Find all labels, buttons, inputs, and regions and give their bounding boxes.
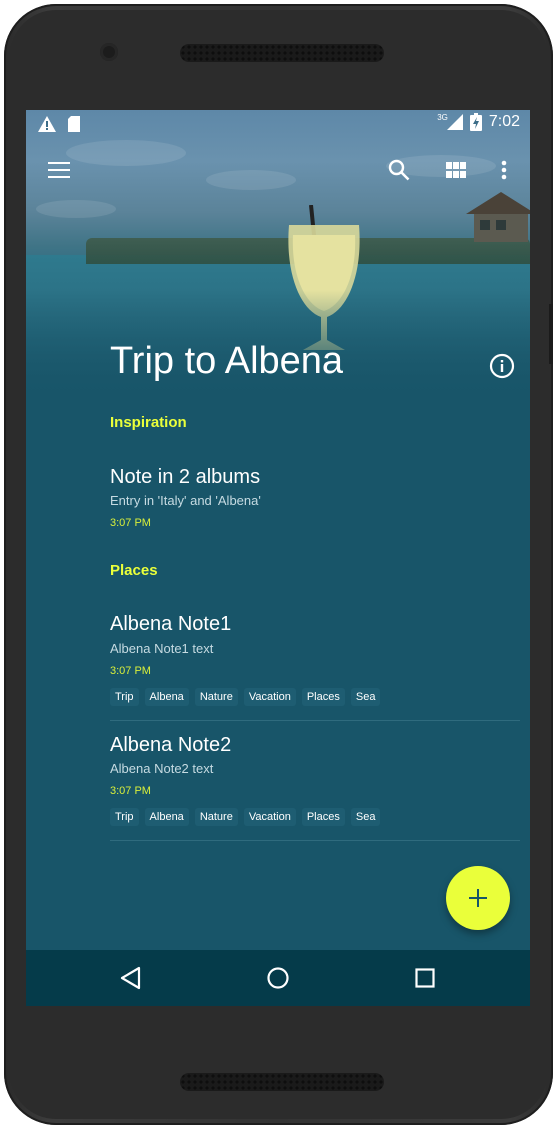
plus-icon <box>469 889 487 907</box>
menu-icon <box>48 162 70 178</box>
add-entry-button[interactable] <box>446 866 510 930</box>
divider <box>110 720 520 721</box>
tag-chip[interactable]: Albena <box>144 688 189 706</box>
entry-title: Note in 2 albums <box>110 466 261 488</box>
power-button <box>549 304 553 364</box>
tag-chip[interactable]: Places <box>301 688 345 706</box>
tag-chip[interactable]: Vacation <box>243 688 296 706</box>
signal-icon <box>446 114 463 130</box>
clock: 7:02 <box>488 113 520 130</box>
tag-chip[interactable]: Sea <box>350 808 381 826</box>
tag-chip[interactable]: Vacation <box>243 808 296 826</box>
tag-chip[interactable]: Places <box>301 808 345 826</box>
entry-subtitle: Albena Note1 text <box>110 641 214 656</box>
tag-list: Trip Albena Nature Vacation Places Sea <box>110 808 381 826</box>
screen: 3G 7:02 Trip to Albena Inspiration Note … <box>26 110 530 1006</box>
back-button[interactable] <box>107 954 155 1002</box>
tag-chip[interactable]: Albena <box>144 808 189 826</box>
more-vert-icon <box>501 160 507 180</box>
divider <box>110 840 520 841</box>
search-button[interactable] <box>375 146 423 194</box>
recents-button[interactable] <box>401 954 449 1002</box>
tag-chip[interactable]: Nature <box>194 808 238 826</box>
tag-list: Trip Albena Nature Vacation Places Sea <box>110 688 381 706</box>
grid-icon <box>446 162 466 178</box>
entry-time: 3:07 PM <box>110 665 151 677</box>
entry-title: Albena Note2 <box>110 734 232 756</box>
sd-card-icon <box>68 116 80 132</box>
tag-chip[interactable]: Sea <box>350 688 381 706</box>
earpiece-speaker <box>180 44 384 62</box>
search-icon <box>388 159 410 181</box>
tag-chip[interactable]: Trip <box>110 808 139 826</box>
entry-title: Albena Note1 <box>110 613 232 635</box>
entry-subtitle: Albena Note2 text <box>110 761 214 776</box>
entry-subtitle: Entry in 'Italy' and 'Albena' <box>110 493 261 508</box>
entry-time: 3:07 PM <box>110 517 151 529</box>
network-type: 3G <box>437 112 448 122</box>
home-icon <box>267 967 289 989</box>
section-header-places: Places <box>110 562 158 579</box>
back-icon <box>120 966 141 990</box>
section-header-inspiration: Inspiration <box>110 414 187 431</box>
info-icon <box>489 353 515 379</box>
menu-button[interactable] <box>35 146 83 194</box>
battery-icon <box>469 113 482 131</box>
beach-hut-icon <box>466 192 530 242</box>
entry-time: 3:07 PM <box>110 785 151 797</box>
album-info-button[interactable] <box>486 350 518 382</box>
toolbar <box>26 146 530 194</box>
more-options-button[interactable] <box>480 146 528 194</box>
grid-view-button[interactable] <box>432 146 480 194</box>
front-camera <box>100 43 118 61</box>
bottom-speaker <box>180 1073 384 1091</box>
album-title: Trip to Albena <box>110 340 344 382</box>
home-button[interactable] <box>254 954 302 1002</box>
recents-icon <box>415 968 435 988</box>
navigation-bar <box>26 950 530 1006</box>
warning-icon <box>38 116 56 132</box>
status-bar: 3G 7:02 <box>26 110 530 138</box>
tag-chip[interactable]: Trip <box>110 688 139 706</box>
tag-chip[interactable]: Nature <box>194 688 238 706</box>
